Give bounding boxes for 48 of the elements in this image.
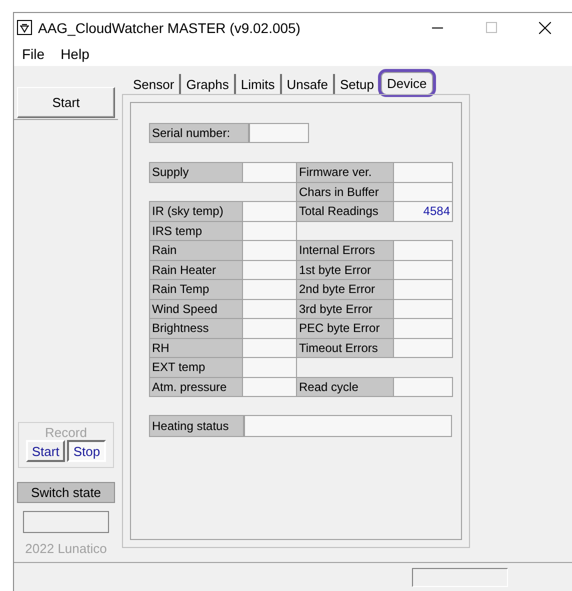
record-button[interactable]: Stop <box>67 440 106 462</box>
field-label: Firmware ver. <box>296 162 394 182</box>
value-field: 4584 <box>393 201 453 222</box>
field-label: Timeout Errors <box>296 338 394 358</box>
value-field <box>393 260 453 280</box>
value-field <box>393 240 453 260</box>
start-button[interactable]: Start <box>17 87 115 118</box>
value-field <box>393 338 453 358</box>
menu-item[interactable]: Help <box>60 46 90 62</box>
value-field <box>242 318 297 338</box>
value-field <box>242 279 297 300</box>
value-field <box>393 298 453 319</box>
field-label: EXT temp <box>149 357 243 378</box>
field-label: Brightness <box>149 318 243 338</box>
value-field <box>393 318 453 338</box>
app-icon <box>17 20 32 35</box>
value-field <box>242 201 297 222</box>
value-field <box>393 279 453 300</box>
field-label: Heating status <box>149 415 244 437</box>
field-label: Internal Errors <box>296 240 394 260</box>
value-field <box>242 220 297 241</box>
menu-item[interactable]: File <box>21 46 46 62</box>
value-field <box>393 162 453 182</box>
field-label: 2nd byte Error <box>296 279 394 300</box>
field-label: IR (sky temp) <box>149 201 243 222</box>
field-label: Rain Temp <box>149 279 243 300</box>
value-field <box>242 162 297 182</box>
copyright-text: 2022 Lunatico <box>25 541 107 556</box>
value-field <box>393 182 453 202</box>
field-label: Supply <box>149 162 243 182</box>
field-label: PEC byte Error <box>296 318 394 338</box>
group-title: Record <box>45 425 87 440</box>
close-icon[interactable] <box>539 22 551 34</box>
record-button[interactable]: Start <box>26 440 66 462</box>
value-field <box>242 376 297 397</box>
switch-state-button[interactable]: Switch state <box>17 482 115 503</box>
minimize-icon[interactable] <box>432 26 442 28</box>
field-label: Atm. pressure <box>149 376 243 397</box>
value-field <box>242 357 297 378</box>
value-field <box>242 240 297 260</box>
tab[interactable]: Device <box>380 72 433 94</box>
field-label: Serial number: <box>149 123 249 143</box>
value-field <box>249 123 309 143</box>
field-label: Total Readings <box>296 201 394 222</box>
window-title: AAG_CloudWatcher MASTER (v9.02.005) <box>38 20 302 36</box>
value-field <box>393 376 453 397</box>
field-label: Rain <box>149 240 243 260</box>
field-label: Read cycle <box>296 376 394 397</box>
